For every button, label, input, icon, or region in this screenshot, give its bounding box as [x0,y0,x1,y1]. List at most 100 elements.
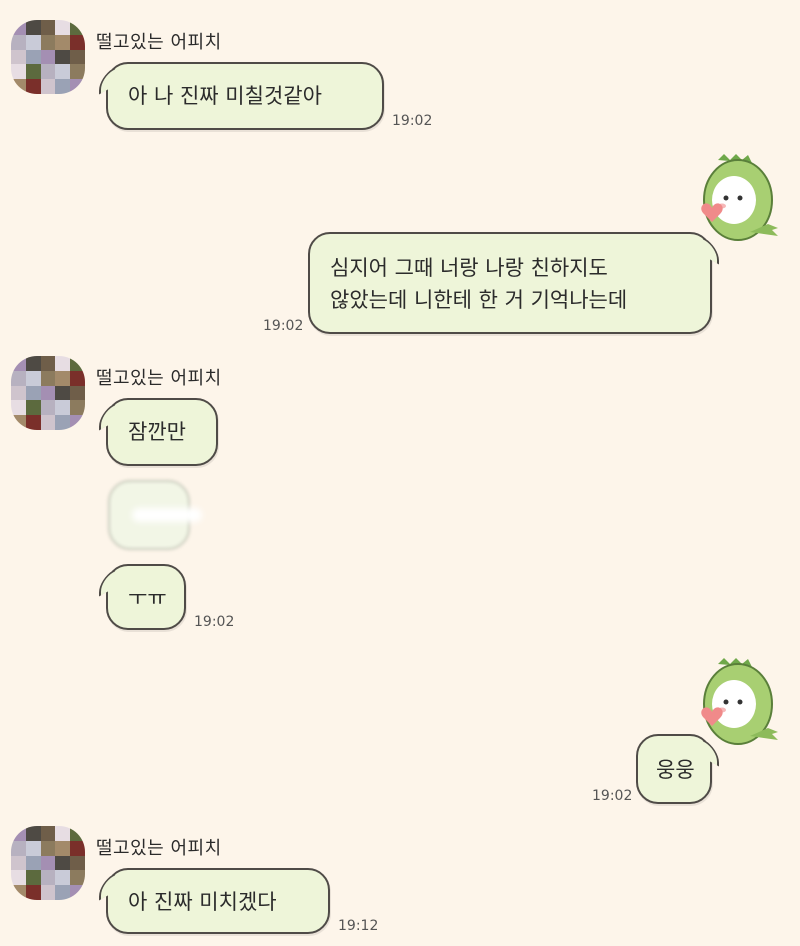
message-bubble[interactable]: 웅웅 [636,734,712,804]
avatar-pixel [55,885,71,900]
avatar-pixel [25,870,41,886]
sender-avatar[interactable] [11,356,85,430]
avatar-pixel [11,64,26,80]
message-text: 잠깐만 [128,420,186,444]
avatar-pixel [25,370,41,386]
avatar-pixel [55,370,71,386]
avatar-pixel [55,826,71,841]
avatar-pixel [11,34,26,50]
avatar-pixel [55,855,71,871]
avatar-pixel [11,385,26,401]
avatar-pixel [40,415,56,430]
avatar-pixel [11,855,26,871]
avatar-pixel [11,826,26,841]
avatar-pixel [70,415,85,430]
avatar-pixel [55,400,71,416]
avatar-pixel [25,415,41,430]
avatar-pixel [70,885,85,900]
avatar-pixel [70,855,85,871]
blurred-content [132,508,202,522]
avatar-pixel [55,385,71,401]
avatar-pixel [25,356,41,371]
avatar-pixel [25,49,41,65]
message-time: 19:12 [338,918,379,934]
avatar-pixel [70,370,85,386]
avatar-pixel [40,885,56,900]
avatar-pixel [11,840,26,856]
avatar-pixel [40,79,56,94]
message-text: 아 진짜 미치겠다 [128,890,277,914]
message-bubble[interactable]: 아 진짜 미치겠다 [106,868,330,934]
sender-name: 떨고있는 어피치 [96,368,222,389]
avatar-pixel [55,415,71,430]
avatar-pixel [25,885,41,900]
sender-name: 떨고있는 어피치 [96,838,222,859]
avatar-pixel [70,385,85,401]
message-bubble[interactable]: 심지어 그때 너랑 나랑 친하지도 않았는데 니한테 한 거 기억나는데 [308,232,712,334]
avatar-pixel [40,34,56,50]
avatar-pixel [11,870,26,886]
avatar-pixel [40,20,56,35]
message-bubble[interactable]: 아 나 진짜 미칠것같아 [106,62,384,130]
message-bubble[interactable]: 잠깐만 [106,398,218,466]
avatar-pixel [25,840,41,856]
avatar-pixel [11,370,26,386]
avatar-pixel [25,400,41,416]
sender-avatar[interactable] [11,826,85,900]
avatar-pixel [55,840,71,856]
avatar-pixel [25,855,41,871]
message-time: 19:02 [263,318,304,334]
avatar-pixel [25,20,41,35]
avatar-pixel [25,826,41,841]
message-text: 웅웅 [656,758,695,782]
avatar-pixel [70,870,85,886]
avatar-pixel [55,64,71,80]
avatar-pixel [25,79,41,94]
message-time: 19:02 [392,113,433,129]
avatar-pixel [70,49,85,65]
avatar-pixel [40,370,56,386]
avatar-pixel [40,855,56,871]
avatar-pixel [25,385,41,401]
avatar-pixel [70,20,85,35]
avatar-pixel [40,356,56,371]
avatar-pixel [40,870,56,886]
avatar-pixel [70,826,85,841]
avatar-pixel [25,64,41,80]
avatar-pixel [40,385,56,401]
message-text: 아 나 진짜 미칠것같아 [128,84,322,108]
avatar-pixel [11,20,26,35]
avatar-pixel [55,20,71,35]
avatar-pixel [11,79,26,94]
avatar-pixel [11,49,26,65]
message-time: 19:02 [194,614,235,630]
avatar-pixel [11,356,26,371]
avatar-pixel [70,34,85,50]
avatar-pixel [40,826,56,841]
avatar-pixel [70,79,85,94]
avatar-pixel [11,885,26,900]
avatar-pixel [55,356,71,371]
avatar-pixel [70,400,85,416]
avatar-pixel [70,356,85,371]
avatar-pixel [40,64,56,80]
avatar-pixel [25,34,41,50]
message-time: 19:02 [592,788,633,804]
avatar-pixel [70,64,85,80]
sender-name: 떨고있는 어피치 [96,32,222,53]
message-bubble[interactable]: ㅜㅠ [106,564,186,630]
avatar-pixel [55,49,71,65]
avatar-pixel [70,840,85,856]
avatar-pixel [11,415,26,430]
avatar-pixel [11,400,26,416]
avatar-pixel [40,49,56,65]
message-text: 심지어 그때 너랑 나랑 친하지도 않았는데 니한테 한 거 기억나는데 [330,256,628,312]
avatar-pixel [55,79,71,94]
avatar-pixel [55,870,71,886]
message-text: ㅜㅠ [128,586,167,610]
avatar-pixel [40,400,56,416]
avatar-pixel [55,34,71,50]
sender-avatar[interactable] [11,20,85,94]
blurred-message-bubble[interactable] [108,480,202,550]
avatar-pixel [40,840,56,856]
